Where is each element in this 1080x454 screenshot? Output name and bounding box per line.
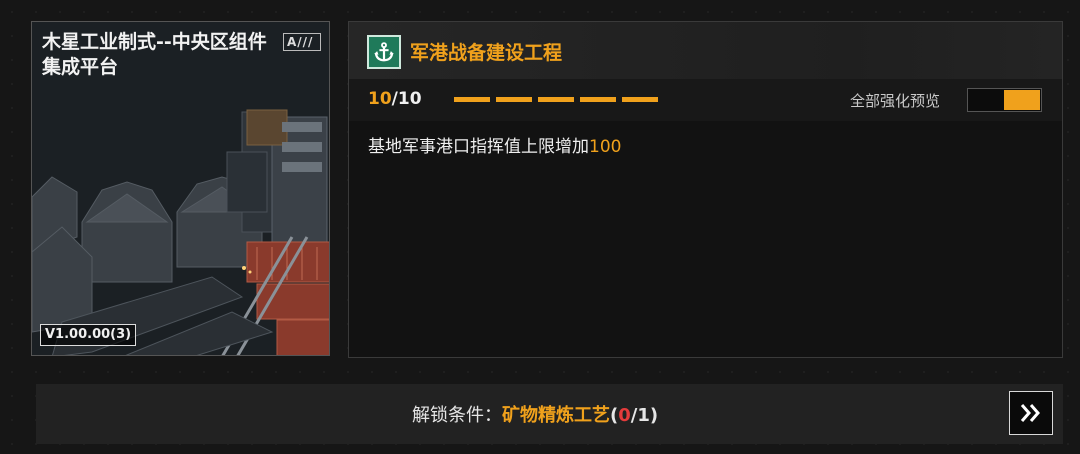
project-info-panel: 军港战备建设工程 10/10 全部强化预览 基地军事港口指挥值上限增加100 xyxy=(348,21,1063,358)
level-segment xyxy=(538,97,574,102)
unlock-label: 解锁条件： xyxy=(412,405,502,426)
toggle-knob xyxy=(1004,90,1040,110)
preview-all-label: 全部强化预览 xyxy=(850,92,941,110)
unlock-have-count: 0 xyxy=(618,405,631,426)
module-image-card[interactable]: 木星工业制式--中央区组件集成平台 A/// V1.00.00(3) xyxy=(31,21,330,356)
unlock-condition-text: 解锁条件：矿物精炼工艺(0/1) xyxy=(412,401,658,427)
double-chevron-right-icon xyxy=(1020,404,1040,422)
level-current: 10 xyxy=(368,89,392,109)
level-progress-row: 10/10 全部强化预览 xyxy=(349,79,1062,121)
unlock-condition-bar: 解锁条件：矿物精炼工艺(0/1) xyxy=(36,384,1063,444)
preview-all-toggle[interactable] xyxy=(967,88,1042,112)
anchor-icon xyxy=(367,35,401,69)
grade-badge: A/// xyxy=(283,33,321,51)
level-segment xyxy=(496,97,532,102)
effect-value: 100 xyxy=(589,137,622,157)
level-segments xyxy=(454,97,658,102)
project-header: 军港战备建设工程 xyxy=(349,22,1062,79)
unlock-requirement: 矿物精炼工艺 xyxy=(502,405,610,426)
go-to-requirement-button[interactable] xyxy=(1009,391,1053,435)
level-max: /10 xyxy=(391,89,422,109)
unlock-need-count: /1) xyxy=(630,405,659,426)
project-title: 军港战备建设工程 xyxy=(410,42,563,64)
unlock-open-paren: ( xyxy=(610,405,619,426)
level-counter: 10/10 xyxy=(368,89,422,109)
effect-description: 基地军事港口指挥值上限增加100 xyxy=(368,132,621,157)
version-tag: V1.00.00(3) xyxy=(40,324,137,346)
level-segment xyxy=(580,97,616,102)
module-title: 木星工业制式--中央区组件集成平台 xyxy=(42,31,267,78)
level-segment xyxy=(622,97,658,102)
effect-prefix: 基地军事港口指挥值上限增加 xyxy=(368,137,589,157)
level-segment xyxy=(454,97,490,102)
